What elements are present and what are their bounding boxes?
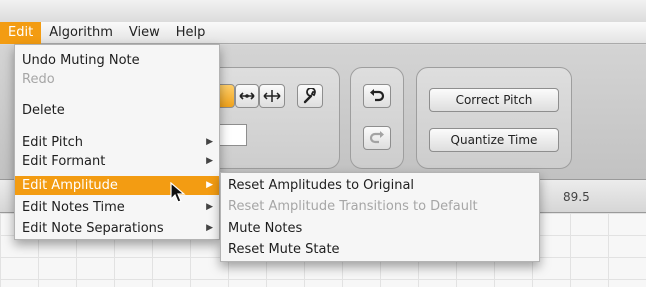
split-arrows-icon bbox=[263, 90, 281, 102]
submenu-arrow-icon: ▶ bbox=[206, 202, 213, 212]
menu-item-undo-muting-note[interactable]: Undo Muting Note bbox=[15, 51, 219, 70]
amplitude-submenu: Reset Amplitudes to Original Reset Ampli… bbox=[220, 172, 540, 262]
redo-button[interactable] bbox=[363, 126, 391, 150]
undo-icon bbox=[370, 89, 385, 102]
redo-icon bbox=[369, 131, 384, 144]
undo-redo-box bbox=[350, 67, 404, 169]
menu-bar: Edit Algorithm View Help bbox=[0, 21, 646, 44]
menu-item-label: Reset Mute State bbox=[228, 242, 340, 257]
submenu-item-reset-mute-state[interactable]: Reset Mute State bbox=[221, 240, 539, 259]
submenu-item-mute-notes[interactable]: Mute Notes bbox=[221, 219, 539, 238]
menu-item-label: Redo bbox=[22, 72, 55, 87]
wrench-tool-button[interactable] bbox=[297, 84, 323, 108]
submenu-item-reset-amplitudes[interactable]: Reset Amplitudes to Original bbox=[221, 176, 539, 195]
window-titlebar bbox=[0, 0, 646, 22]
menu-item-delete[interactable]: Delete bbox=[15, 101, 219, 120]
mouse-cursor-icon bbox=[170, 182, 186, 203]
wrench-icon bbox=[303, 88, 316, 104]
submenu-arrow-icon: ▶ bbox=[206, 156, 213, 166]
menu-item-edit-notes-time[interactable]: Edit Notes Time ▶ bbox=[15, 198, 219, 217]
menu-item-label: Reset Amplitude Transitions to Default bbox=[228, 199, 478, 214]
menu-view[interactable]: View bbox=[121, 22, 168, 44]
menu-item-edit-formant[interactable]: Edit Formant ▶ bbox=[15, 152, 219, 171]
menu-item-edit-amplitude[interactable]: Edit Amplitude ▶ bbox=[15, 176, 219, 195]
menu-item-redo: Redo bbox=[15, 70, 219, 89]
menu-item-label: Edit Notes Time bbox=[22, 200, 125, 215]
undo-button[interactable] bbox=[363, 84, 391, 108]
separation-tool-button[interactable] bbox=[259, 84, 285, 108]
submenu-arrow-icon: ▶ bbox=[206, 137, 213, 147]
edit-menu-dropdown: Undo Muting Note Redo Delete Edit Pitch … bbox=[14, 44, 220, 240]
submenu-arrow-icon: ▶ bbox=[206, 180, 213, 190]
submenu-arrow-icon: ▶ bbox=[206, 223, 213, 233]
horizontal-arrows-icon bbox=[239, 92, 255, 100]
menu-edit[interactable]: Edit bbox=[0, 21, 42, 44]
menu-item-label: Reset Amplitudes to Original bbox=[228, 178, 415, 193]
menu-item-edit-note-separations[interactable]: Edit Note Separations ▶ bbox=[15, 219, 219, 238]
menu-item-label: Edit Formant bbox=[22, 154, 106, 169]
menu-item-label: Edit Amplitude bbox=[22, 178, 118, 193]
correction-box: Correct Pitch Quantize Time bbox=[416, 67, 572, 169]
time-tool-button[interactable] bbox=[235, 84, 259, 108]
menu-item-edit-pitch[interactable]: Edit Pitch ▶ bbox=[15, 133, 219, 152]
submenu-item-reset-amplitude-transitions: Reset Amplitude Transitions to Default bbox=[221, 197, 539, 216]
menu-item-label: Delete bbox=[22, 103, 65, 118]
menu-help[interactable]: Help bbox=[168, 22, 214, 44]
menu-item-label: Edit Note Separations bbox=[22, 221, 164, 236]
correct-pitch-button[interactable]: Correct Pitch bbox=[429, 88, 559, 112]
menu-item-label: Undo Muting Note bbox=[22, 53, 140, 68]
menu-algorithm[interactable]: Algorithm bbox=[41, 22, 121, 44]
menu-item-label: Mute Notes bbox=[228, 221, 303, 236]
menu-item-label: Edit Pitch bbox=[22, 135, 83, 150]
quantize-time-button[interactable]: Quantize Time bbox=[429, 128, 559, 152]
ruler-value: 89.5 bbox=[563, 190, 590, 204]
